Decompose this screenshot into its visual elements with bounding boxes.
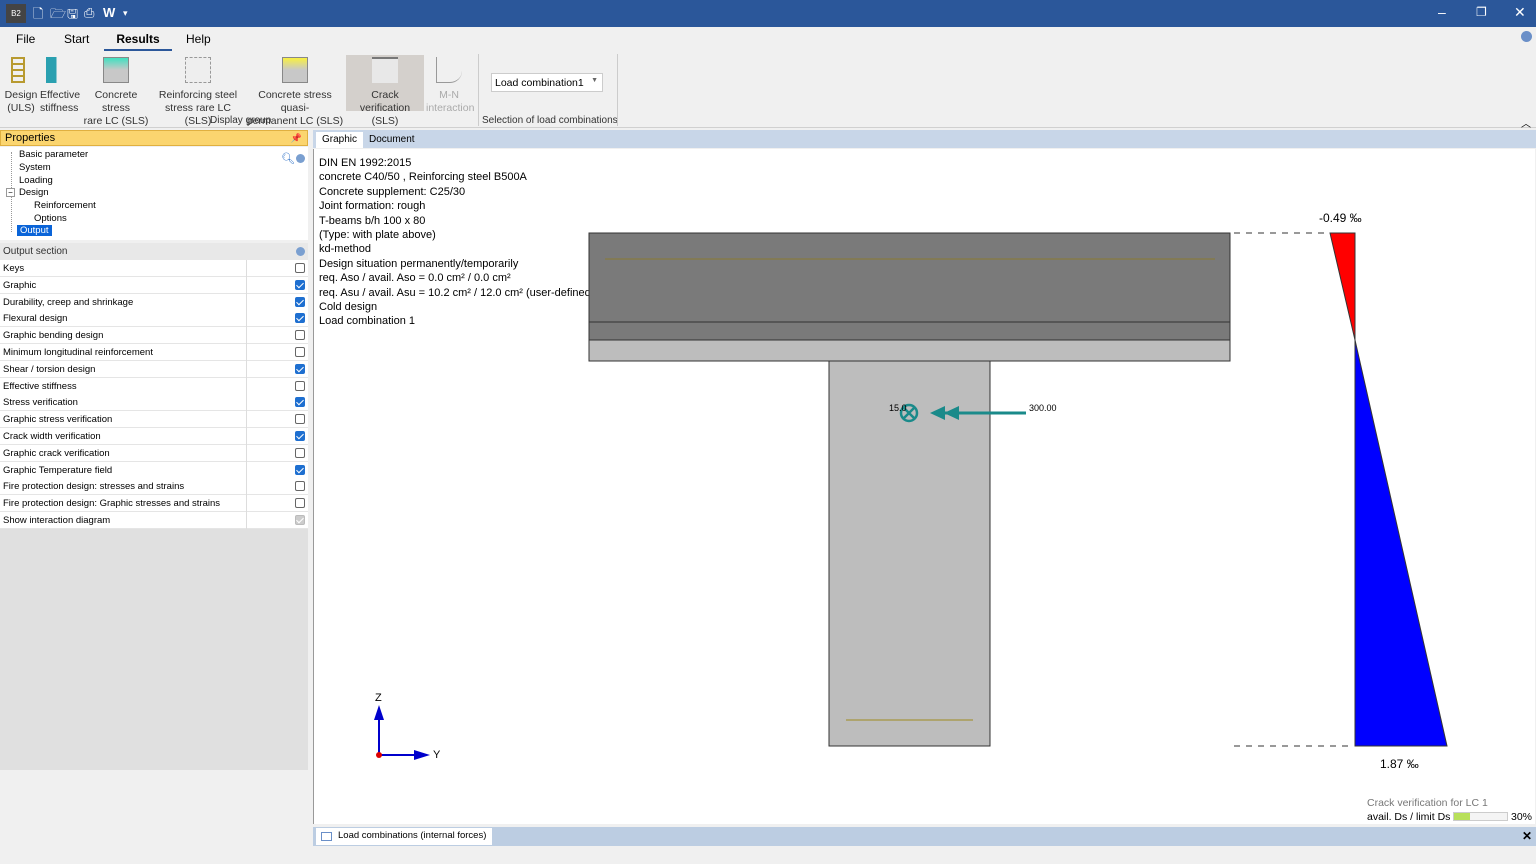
origin-point: [376, 752, 382, 758]
crack-ratio-percent: 30%: [1511, 811, 1532, 823]
crack-ratio-label: avail. Ds / limit Ds: [1367, 811, 1450, 823]
crack-ratio-bar: [1453, 812, 1508, 821]
tab-label: Load combinations (internal forces): [338, 830, 486, 841]
tension-strain-area: [1355, 340, 1447, 746]
cross-section-graphic: [0, 0, 1536, 864]
plate-above: [589, 233, 1230, 340]
strain-top-label: -0.49 ‰: [1319, 211, 1362, 225]
flange: [589, 340, 1230, 361]
tab-load-combinations[interactable]: Load combinations (internal forces): [316, 828, 492, 845]
web: [829, 361, 990, 746]
table-icon: [321, 832, 332, 841]
crack-verification-title: Crack verification for LC 1: [1367, 797, 1488, 809]
strain-bottom-label: 1.87 ‰: [1380, 757, 1419, 771]
z-arrow-icon: [374, 705, 384, 720]
compression-strain-area: [1330, 233, 1355, 340]
close-panel-button[interactable]: ✕: [1522, 829, 1532, 843]
y-axis-label: Y: [433, 749, 440, 761]
crack-ratio-fill: [1454, 813, 1470, 820]
bottom-panel-bar: Load combinations (internal forces) ✕: [313, 827, 1536, 846]
z-axis-label: Z: [375, 692, 382, 704]
force-label: 300.00: [1029, 403, 1057, 413]
y-arrow-icon: [414, 750, 430, 760]
status-bar: [0, 846, 1536, 864]
moment-label: 15.0: [889, 403, 907, 413]
